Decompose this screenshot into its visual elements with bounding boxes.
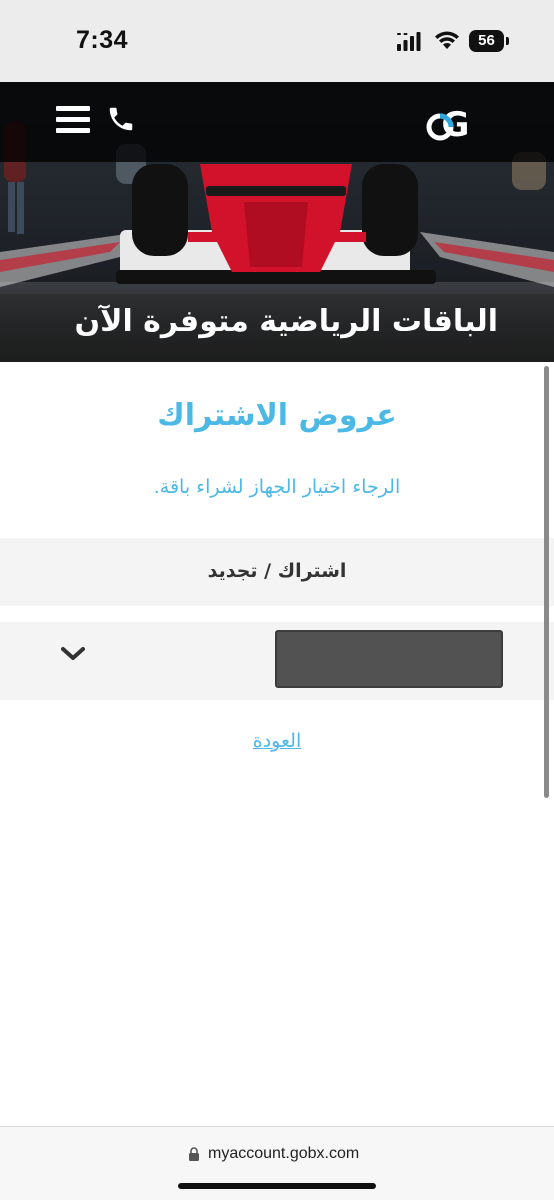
signal-icon [397, 32, 421, 51]
header-banner: G الباقات الرياضية متوفرة الآن [0, 82, 554, 362]
page-subtitle: الرجاء اختيار الجهاز لشراء باقة. [153, 476, 401, 498]
lock-icon [189, 1147, 199, 1161]
battery-icon: 56 [469, 30, 509, 52]
browser-url-bar[interactable]: myaccount.gobx.com [0, 1126, 554, 1200]
device-select[interactable] [275, 630, 503, 688]
url-text[interactable]: myaccount.gobx.com [208, 1145, 359, 1163]
menu-line [56, 117, 90, 122]
banner-caption-text: الباقات الرياضية متوفرة الآن [74, 304, 499, 339]
status-bar: 7:34 56 [0, 0, 554, 82]
status-time: 7:34 [76, 26, 129, 54]
gobx-logo[interactable]: G [396, 100, 516, 148]
subscription-section-header: اشتراك / تجديد [0, 538, 554, 606]
home-indicator[interactable] [178, 1183, 376, 1189]
battery-tip [506, 37, 509, 45]
banner-caption: الباقات الرياضية متوفرة الآن [0, 294, 554, 362]
back-link[interactable]: العودة [0, 730, 554, 752]
top-navigation-bar: G [0, 82, 554, 162]
section-header-label: اشتراك / تجديد [207, 560, 347, 582]
chevron-down-icon[interactable] [61, 646, 85, 662]
device-selection-row [0, 622, 554, 700]
page-title: عروض الاشتراك [157, 398, 397, 433]
menu-line [56, 128, 90, 133]
menu-line [56, 106, 90, 111]
phone-icon[interactable] [106, 104, 136, 134]
menu-icon[interactable] [56, 106, 90, 136]
scrollbar[interactable] [544, 366, 549, 798]
battery-level: 56 [478, 32, 495, 49]
wifi-icon [435, 31, 459, 49]
